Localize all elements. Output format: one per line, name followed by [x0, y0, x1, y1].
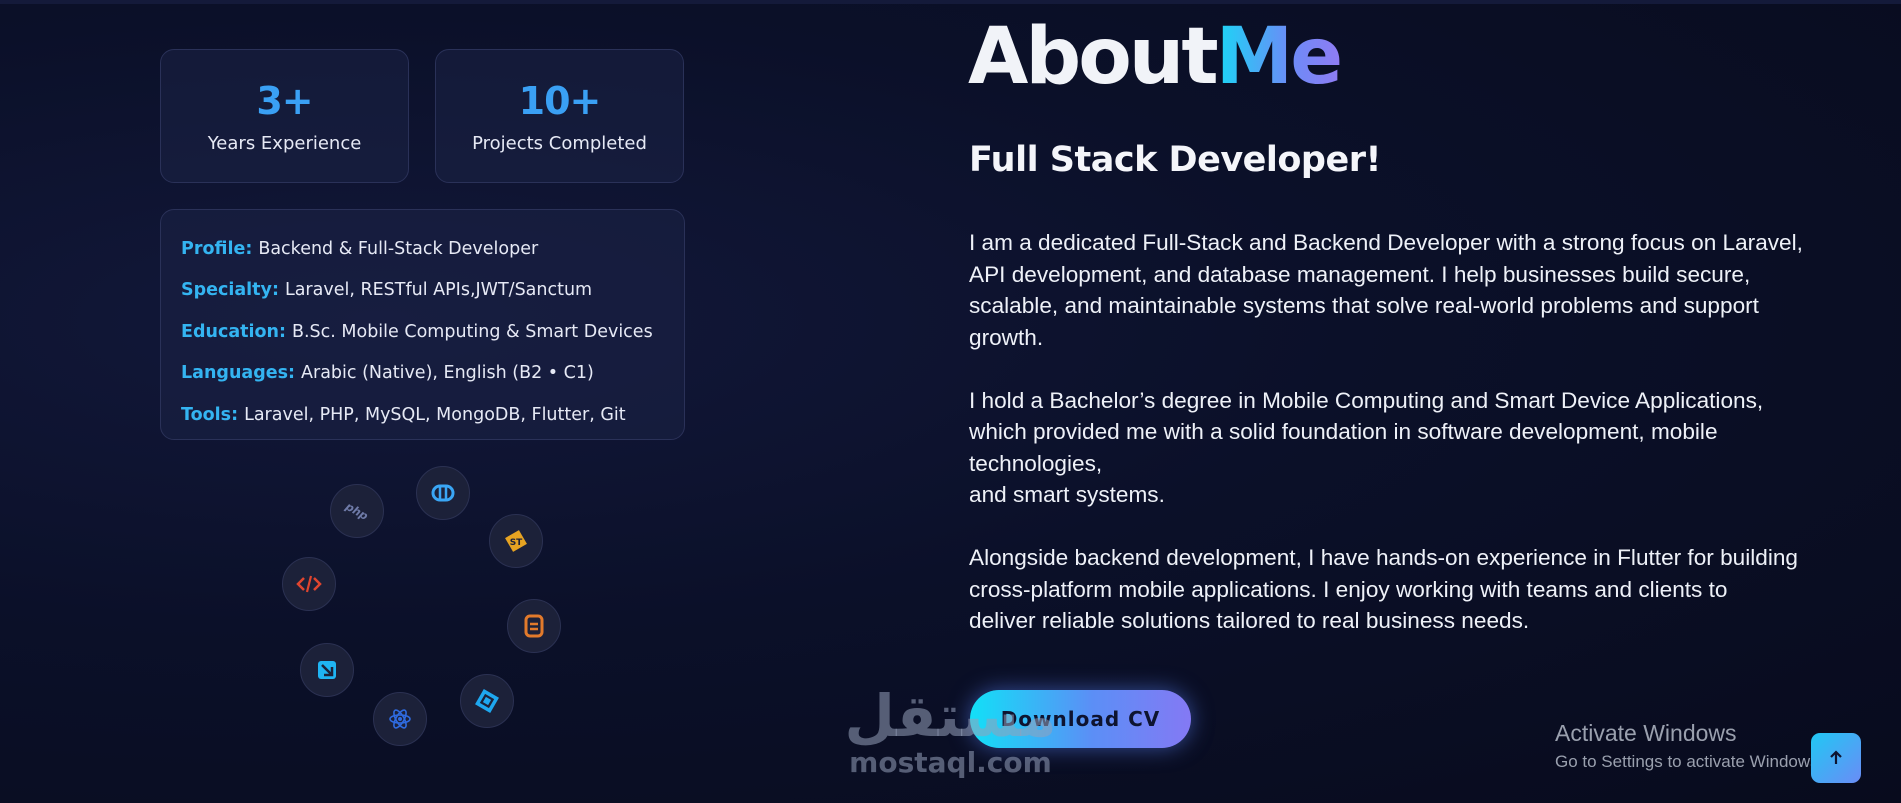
info-key: Specialty:	[181, 280, 279, 301]
bio-line: and smart systems.	[969, 482, 1165, 507]
stat-card-experience: 3+ Years Experience	[160, 49, 409, 183]
info-key: Tools:	[181, 404, 239, 425]
subtitle: Full Stack Developer!	[969, 140, 1381, 180]
stat-value: 10+	[518, 78, 602, 123]
react-icon	[373, 692, 427, 746]
info-key: Profile:	[181, 238, 253, 259]
code-icon	[282, 557, 336, 611]
watermark-latin: mostaql.com	[849, 746, 1052, 779]
info-row-tools: Tools: Laravel, PHP, MySQL, MongoDB, Flu…	[181, 394, 664, 436]
info-value: Laravel, RESTful APIs,JWT/Sanctum	[284, 280, 593, 301]
info-value: Backend & Full-Stack Developer	[258, 238, 539, 259]
svg-text:php: php	[342, 501, 370, 521]
stat-card-projects: 10+ Projects Completed	[435, 49, 684, 183]
stat-label: Projects Completed	[472, 132, 647, 154]
download-cv-button[interactable]: Download CV	[970, 690, 1191, 748]
flutter-icon	[460, 674, 514, 728]
bio-line: deliver reliable solutions tailored to r…	[969, 608, 1530, 633]
stat-label: Years Experience	[207, 132, 362, 154]
stat-value: 3+	[256, 78, 313, 123]
info-row-languages: Languages: Arabic (Native), English (B2 …	[181, 353, 664, 395]
info-row-profile: Profile: Backend & Full-Stack Developer	[181, 228, 664, 270]
about-title-highlight: Me	[1215, 12, 1344, 102]
figma-icon	[300, 643, 354, 697]
bio-line: Alongside backend development, I have ha…	[969, 545, 1798, 570]
info-row-education: Education: B.Sc. Mobile Computing & Smar…	[181, 311, 664, 353]
arrow-up-icon	[1830, 750, 1842, 764]
bio-paragraph: I am a dedicated Full-Stack and Backend …	[969, 227, 1901, 353]
scroll-to-top-button[interactable]	[1811, 733, 1861, 783]
about-title: AboutMe	[968, 12, 1344, 102]
info-value: Arabic (Native), English (B2 • C1)	[301, 363, 594, 384]
api-icon	[416, 466, 470, 520]
bio-line: technologies,	[969, 450, 1103, 476]
bio-line: growth.	[969, 324, 1044, 350]
bio-line: API development, and database management…	[969, 261, 1751, 287]
bio-text: I am a dedicated Full-Stack and Backend …	[969, 227, 1901, 637]
profile-info-card: Profile: Backend & Full-Stack Developer …	[160, 209, 685, 440]
about-title-word: About	[968, 12, 1219, 102]
bio-line: I am a dedicated Full-Stack and Backend …	[969, 230, 1803, 255]
bio-line: cross-platform mobile applications. I en…	[969, 576, 1728, 602]
bio-line: I hold a Bachelor’s degree in Mobile Com…	[969, 387, 1764, 413]
bio-line: scalable, and maintainable systems that …	[969, 293, 1759, 318]
info-key: Education:	[181, 321, 286, 342]
database-icon	[507, 599, 561, 653]
info-value: Laravel, PHP, MySQL, MongoDB, Flutter, G…	[244, 404, 626, 425]
bio-paragraph: Alongside backend development, I have ha…	[969, 542, 1901, 637]
activate-windows-notice: Activate Windows Go to Settings to activ…	[1555, 718, 1823, 774]
info-value: B.Sc. Mobile Computing & Smart Devices	[291, 321, 653, 342]
sublime-icon: ST	[489, 514, 543, 568]
svg-text:ST: ST	[510, 538, 523, 548]
bio-line: which provided me with a solid foundatio…	[969, 419, 1718, 444]
activate-windows-subtitle: Go to Settings to activate Windows.	[1555, 752, 1824, 771]
info-row-specialty: Specialty: Laravel, RESTful APIs,JWT/San…	[181, 270, 664, 312]
info-key: Languages:	[181, 363, 296, 384]
php-icon: php	[330, 484, 384, 538]
bio-paragraph: I hold a Bachelor’s degree in Mobile Com…	[969, 385, 1901, 511]
top-border	[0, 0, 1901, 4]
activate-windows-title: Activate Windows	[1555, 720, 1737, 746]
